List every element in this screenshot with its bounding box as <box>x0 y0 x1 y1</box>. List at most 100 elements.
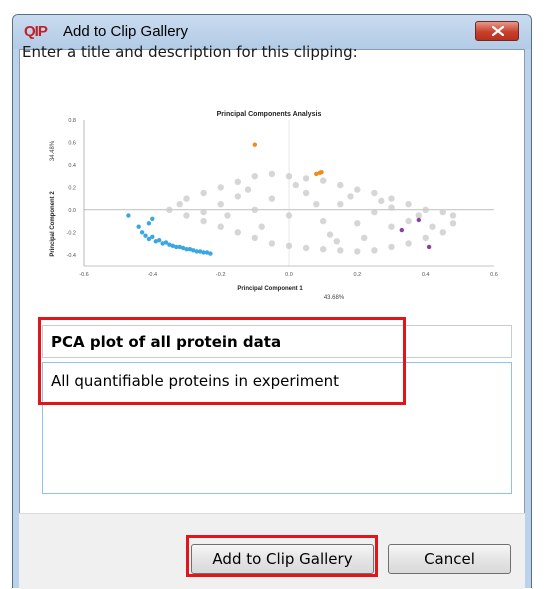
x-tick-label: 0.6 <box>490 272 498 278</box>
add-to-clip-gallery-button[interactable]: Add to Clip Gallery <box>191 544 374 574</box>
chart-title: Principal Components Analysis <box>217 111 322 118</box>
y-tick-label: 0.0 <box>68 208 76 214</box>
data-point <box>319 170 324 175</box>
data-point <box>354 220 361 227</box>
clip-title-input[interactable]: PCA plot of all protein data <box>42 325 512 358</box>
y-tick-label: 0.8 <box>68 118 76 124</box>
data-point <box>347 193 354 200</box>
scatter-series <box>252 142 324 177</box>
data-point <box>200 208 207 216</box>
data-point <box>378 197 385 205</box>
data-point <box>136 224 141 229</box>
y-tick-label: 0.4 <box>68 163 76 169</box>
data-point <box>320 246 327 253</box>
data-point <box>422 206 429 213</box>
instruction-text: Enter a title and description for this c… <box>22 43 358 61</box>
qip-app-icon: QIP <box>24 23 48 40</box>
data-point <box>126 213 131 218</box>
data-point <box>217 223 224 230</box>
data-point <box>361 234 368 242</box>
data-point <box>251 234 258 242</box>
y-tick-label: -0.2 <box>67 230 76 236</box>
pca-chart: Principal Components Analysis 0.8 0.6 0.4 0… <box>50 111 498 301</box>
data-point <box>208 251 213 256</box>
data-point <box>234 193 241 200</box>
data-point <box>143 233 148 238</box>
data-point <box>252 142 257 147</box>
data-point <box>200 217 207 225</box>
data-point <box>251 206 258 213</box>
data-point <box>320 177 327 184</box>
data-point <box>439 208 446 216</box>
x-tick-label: -0.6 <box>79 272 88 278</box>
y-tick-label: 0.6 <box>68 140 76 146</box>
data-point <box>302 244 310 252</box>
data-point <box>217 184 224 191</box>
data-point <box>285 212 293 219</box>
data-point <box>426 244 432 250</box>
x-tick-label: -0.4 <box>148 272 157 278</box>
x-axis-ticks: -0.6 -0.4 -0.2 0.0 0.2 0.4 0.6 <box>79 272 498 278</box>
data-point <box>176 201 183 208</box>
data-point <box>244 186 252 193</box>
data-point <box>388 195 395 202</box>
scatter-series <box>166 170 457 255</box>
data-point <box>337 181 344 189</box>
data-point <box>313 201 320 208</box>
clip-description-input[interactable]: All quantifiable proteins in experiment <box>42 362 512 494</box>
plot-area <box>83 120 494 267</box>
data-point <box>292 181 299 189</box>
data-point <box>337 201 344 208</box>
data-point <box>388 223 395 230</box>
data-point <box>268 195 276 202</box>
data-point <box>320 217 327 225</box>
data-point <box>405 240 412 247</box>
scatter-series <box>399 217 432 250</box>
data-point <box>371 247 378 254</box>
data-point <box>371 208 378 216</box>
y-axis-label: Principal Component 2 <box>50 191 56 257</box>
data-point <box>224 212 231 219</box>
data-point <box>157 238 162 243</box>
y-tick-label: -0.4 <box>67 253 76 259</box>
data-point <box>399 227 404 233</box>
data-point <box>166 206 173 213</box>
data-point <box>285 242 293 249</box>
data-point <box>326 231 334 238</box>
data-point <box>258 223 265 230</box>
data-point <box>354 186 361 193</box>
data-point <box>200 189 207 197</box>
data-point <box>217 201 224 208</box>
y-axis-percent: 34.48% <box>50 140 56 161</box>
data-point <box>150 234 155 239</box>
dialog-title: Add to Clip Gallery <box>63 23 189 40</box>
data-point <box>405 217 412 225</box>
data-point <box>449 220 457 227</box>
data-point <box>268 170 276 178</box>
data-point <box>234 229 241 236</box>
cancel-button[interactable]: Cancel <box>388 544 511 574</box>
data-point <box>429 223 436 230</box>
data-point <box>416 217 421 223</box>
x-tick-label: 0.4 <box>422 272 430 278</box>
x-tick-label: -0.2 <box>216 272 225 278</box>
close-icon <box>492 26 504 36</box>
data-point <box>146 221 152 226</box>
data-point <box>415 212 422 219</box>
data-point <box>439 229 446 236</box>
x-tick-label: 0.2 <box>354 272 362 278</box>
close-button[interactable] <box>475 21 519 41</box>
data-point <box>285 173 293 180</box>
data-point <box>354 248 361 255</box>
y-axis-ticks: 0.8 0.6 0.4 0.2 0.0 -0.2 -0.4 <box>67 118 76 259</box>
x-tick-label: 0.0 <box>285 272 293 278</box>
scatter-series <box>126 213 213 256</box>
data-point <box>371 189 378 197</box>
data-point <box>333 238 340 245</box>
data-point <box>449 212 457 219</box>
data-point <box>422 234 429 242</box>
clip-title-value: PCA plot of all protein data <box>51 333 282 351</box>
data-point <box>150 216 155 221</box>
x-axis-label: Principal Component 1 <box>237 286 303 292</box>
data-point <box>302 175 310 182</box>
